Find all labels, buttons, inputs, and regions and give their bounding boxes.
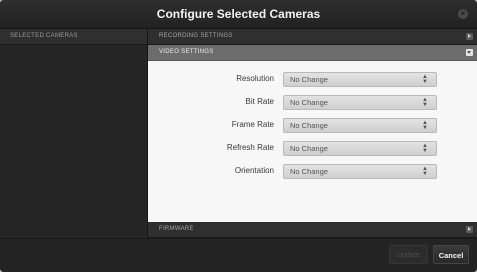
select-arrows-icon: ▲ ▼ (422, 166, 428, 177)
frame-rate-label: Frame Rate (231, 120, 274, 129)
bit-rate-value: No Change (290, 98, 328, 107)
cancel-button[interactable]: Cancel (433, 245, 469, 264)
selected-cameras-panel: SELECTED CAMERAS (0, 29, 148, 238)
frame-rate-select[interactable]: No Change ▲ ▼ (283, 118, 437, 133)
select-arrows-icon: ▲ ▼ (422, 143, 428, 154)
configure-cameras-dialog: Configure Selected Cameras × SELECTED CA… (0, 0, 477, 272)
dialog-title: Configure Selected Cameras (156, 7, 321, 21)
recording-settings-header[interactable]: RECORDING SETTINGS (148, 29, 477, 45)
video-settings-header[interactable]: VIDEO SETTINGS (148, 45, 477, 61)
close-icon[interactable]: × (458, 9, 468, 19)
update-button[interactable]: Update (389, 245, 428, 264)
bit-rate-select[interactable]: No Change ▲ ▼ (283, 95, 437, 110)
bit-rate-label: Bit Rate (245, 97, 274, 106)
frame-rate-row: Frame Rate No Change ▲ ▼ (148, 118, 477, 134)
refresh-rate-row: Refresh Rate No Change ▲ ▼ (148, 141, 477, 157)
firmware-label: FIRMWARE (159, 226, 194, 232)
frame-rate-value: No Change (290, 121, 328, 130)
expand-arrow-icon[interactable] (466, 226, 473, 233)
orientation-label: Orientation (234, 166, 274, 175)
collapse-arrow-icon[interactable] (466, 49, 473, 56)
refresh-rate-label: Refresh Rate (226, 143, 274, 152)
select-arrows-icon: ▲ ▼ (422, 120, 428, 131)
expand-arrow-icon[interactable] (466, 33, 473, 40)
orientation-value: No Change (290, 167, 328, 176)
dialog-footer: Update Cancel (0, 238, 477, 272)
resolution-label: Resolution (236, 74, 274, 83)
select-arrows-icon: ▲ ▼ (422, 74, 428, 85)
refresh-rate-value: No Change (290, 144, 328, 153)
bit-rate-row: Bit Rate No Change ▲ ▼ (148, 95, 477, 111)
resolution-value: No Change (290, 75, 328, 84)
select-arrows-icon: ▲ ▼ (422, 97, 428, 108)
orientation-select[interactable]: No Change ▲ ▼ (283, 164, 437, 179)
video-settings-panel: Resolution No Change ▲ ▼ Bit Rate No Chan… (148, 61, 477, 222)
selected-cameras-header: SELECTED CAMERAS (0, 29, 147, 45)
refresh-rate-select[interactable]: No Change ▲ ▼ (283, 141, 437, 156)
resolution-row: Resolution No Change ▲ ▼ (148, 72, 477, 88)
recording-settings-label: RECORDING SETTINGS (159, 33, 233, 39)
firmware-header[interactable]: FIRMWARE (148, 222, 477, 238)
video-settings-label: VIDEO SETTINGS (159, 49, 214, 55)
dialog-titlebar: Configure Selected Cameras × (0, 0, 477, 29)
orientation-row: Orientation No Change ▲ ▼ (148, 164, 477, 180)
resolution-select[interactable]: No Change ▲ ▼ (283, 72, 437, 87)
